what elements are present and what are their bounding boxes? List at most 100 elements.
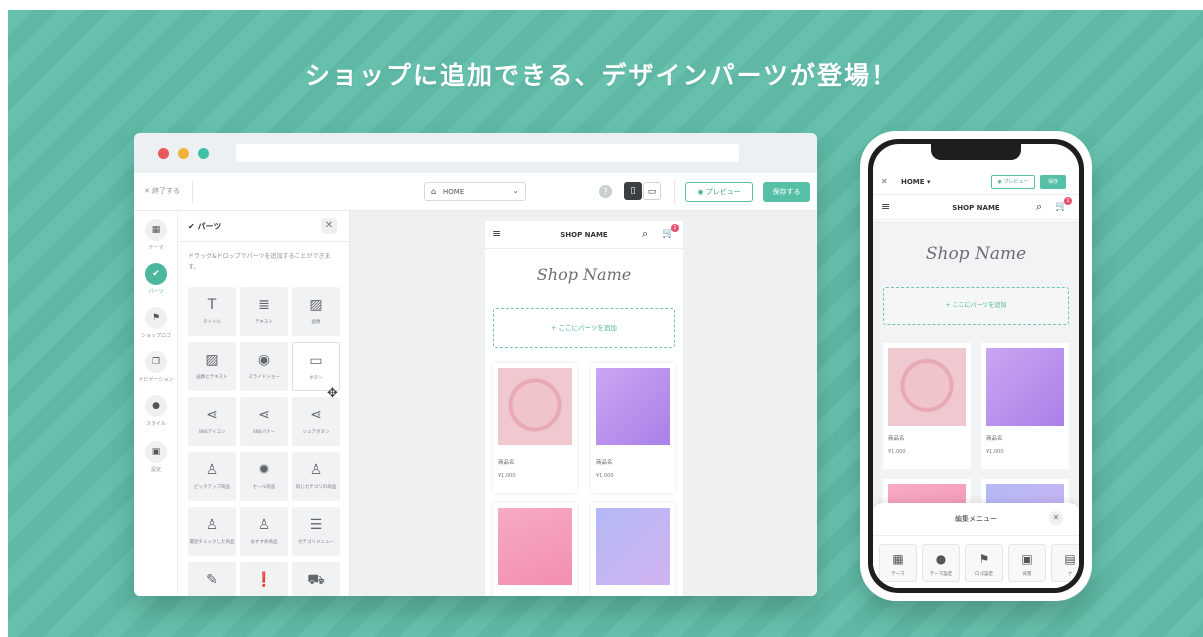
minimize-dot[interactable] (178, 148, 189, 159)
page-select[interactable]: HOME ▾ (901, 178, 931, 186)
part-tile-label: ボタン (309, 376, 323, 381)
close-icon[interactable]: ✕ (321, 218, 337, 234)
part-tile[interactable]: ♙ ピックアップ商品 (188, 452, 236, 501)
nav-item[interactable]: ❐ ナビゲーション (134, 351, 178, 383)
product-price: ¥1,000 (888, 449, 906, 455)
part-tile[interactable]: ▨ 画像とテキスト (188, 342, 236, 391)
page-select[interactable]: ⌂ HOME ⌄ (424, 182, 526, 201)
phone-screen: ✕ HOME ▾ ◉ プレビュー 保存 ≡ SHOP NAME ⌕ 🛒 1 Sh… (873, 144, 1079, 588)
nav-item-label: パーツ (148, 289, 164, 295)
product-image (596, 508, 670, 585)
parts-description: ドラッグ&ドロップでパーツを追加することができます。 (188, 253, 331, 271)
add-parts-dropzone[interactable]: + ここにパーツを追加 (883, 287, 1069, 325)
part-tile-label: タイトル (203, 320, 221, 325)
part-tile[interactable]: ⋖ シェアボタン (292, 397, 340, 446)
edit-menu-item[interactable]: ▣ 背景 (1008, 544, 1046, 582)
theme-icon: ▦ (145, 219, 167, 241)
edit-menu-item[interactable]: ▤ ナ (1051, 544, 1079, 582)
product-card[interactable]: 商品名 ¥1,000 (981, 343, 1069, 469)
part-tile[interactable]: ▨ 画像 (292, 287, 340, 336)
product-name: 商品名 (498, 460, 515, 466)
part-tile[interactable]: T タイトル (188, 287, 236, 336)
close-icon[interactable]: ✕ (881, 177, 888, 186)
slideshow-icon: ◉ (257, 352, 271, 368)
browser-window: ✕ 終了する ⌂ HOME ⌄ ? ▯ ▭ ◉ プレビュー 保存する ▦ テーマ ✔… (134, 133, 817, 596)
flag-icon: ⚑ (978, 552, 990, 566)
phone-bezel: ✕ HOME ▾ ◉ プレビュー 保存 ≡ SHOP NAME ⌕ 🛒 1 Sh… (868, 139, 1084, 593)
product-image (986, 348, 1064, 426)
image-text-icon: ▨ (205, 352, 219, 368)
product-card[interactable]: 商品名 ¥1,000 (493, 363, 577, 493)
part-tile-label: SNSバナー (252, 430, 276, 435)
product-card[interactable] (493, 503, 577, 596)
exit-button[interactable]: ✕ 終了する (144, 186, 180, 196)
part-tile[interactable]: ⋖ SNSバナー (240, 397, 288, 446)
nav-item[interactable]: ⚑ ショップロゴ (134, 307, 178, 339)
address-bar[interactable] (236, 144, 739, 162)
edit-menu-item-label: テーマ設定 (929, 572, 953, 577)
product-card[interactable] (591, 503, 675, 596)
part-tile[interactable]: ⋖ SNSアイコン (188, 397, 236, 446)
list-icon: ☰ (309, 517, 323, 533)
sale-icon: ✹ (258, 462, 270, 478)
product-image (498, 368, 572, 445)
part-tile[interactable]: ▭ ボタン (292, 342, 340, 391)
shop-name: Shop Name (536, 265, 632, 284)
product-card[interactable]: 商品名 ¥1,000 (591, 363, 675, 493)
home-icon: ⌂ (431, 187, 437, 196)
palette-icon: ● (935, 552, 947, 566)
search-icon[interactable]: ⌕ (642, 227, 648, 241)
shop-preview: ≡ SHOP NAME ⌕ 🛒 1 Shop Name + ここにパーツを追加 … (485, 221, 683, 596)
part-tile[interactable]: ☰ カテゴリメニュー (292, 507, 340, 556)
save-button[interactable]: 保存する (763, 182, 810, 202)
parts-panel-title: ✔ パーツ (188, 222, 222, 231)
text-icon: ≣ (258, 297, 270, 313)
desktop-view-button[interactable]: ▭ (643, 182, 661, 200)
help-icon[interactable]: ? (599, 185, 612, 198)
maximize-dot[interactable] (198, 148, 209, 159)
part-tile[interactable]: ◉ スライドショー (240, 342, 288, 391)
nav-item[interactable]: ▣ 設定 (134, 441, 178, 473)
part-tile[interactable]: ✎ (188, 562, 236, 596)
product-name: 商品名 (986, 436, 1003, 442)
nav-item-label: スタイル (145, 421, 166, 427)
part-tile[interactable]: ♙ おすすめ商品 (240, 507, 288, 556)
search-icon[interactable]: ⌕ (1036, 200, 1042, 214)
mobile-view-button[interactable]: ▯ (624, 182, 642, 200)
edit-menu-item[interactable]: ▦ テーマ (879, 544, 917, 582)
divider (192, 181, 193, 203)
add-parts-dropzone[interactable]: + ここにパーツを追加 (493, 308, 675, 348)
product-card[interactable]: 商品名 ¥1,000 (883, 343, 971, 469)
nav-item[interactable]: ✔ パーツ (134, 263, 178, 295)
save-button[interactable]: 保存 (1040, 175, 1066, 189)
flag-icon: ⚑ (145, 307, 167, 329)
divider (873, 535, 1079, 536)
part-tile-label: SNSアイコン (198, 430, 226, 435)
theme-icon: ▦ (892, 552, 904, 566)
shop-header: ≡ SHOP NAME ⌕ 🛒 1 (485, 221, 683, 249)
truck-icon: ⛟ (307, 572, 325, 588)
part-tile[interactable]: ❗ (240, 562, 288, 596)
layers-icon: ❐ (145, 351, 167, 373)
edit-menu-sheet: 編集メニュー ✕ ▦ テーマ ● テーマ設定 ⚑ ロゴ設定 ▣ 背景 ▤ ナ (873, 503, 1079, 588)
close-dot[interactable] (158, 148, 169, 159)
part-tile[interactable]: ≣ テキスト (240, 287, 288, 336)
part-tile-label: スライドショー (248, 375, 280, 380)
edit-menu-item[interactable]: ● テーマ設定 (922, 544, 960, 582)
preview-button[interactable]: ◉ プレビュー (991, 175, 1035, 189)
nav-icon: ▤ (1064, 552, 1076, 566)
preview-button[interactable]: ◉ プレビュー (685, 182, 753, 202)
page-select-value: HOME (443, 188, 465, 196)
phone-notch (931, 144, 1021, 160)
nav-item[interactable]: ● スタイル (134, 395, 178, 427)
part-tile[interactable]: ⛟ (292, 562, 340, 596)
share-icon: ⋖ (310, 407, 322, 423)
part-tile[interactable]: ♙ 同じカテゴリの商品 (292, 452, 340, 501)
nav-item-label: テーマ (148, 245, 164, 251)
nav-item[interactable]: ▦ テーマ (134, 219, 178, 251)
part-tile[interactable]: ✹ セール商品 (240, 452, 288, 501)
part-tile[interactable]: ♙ 最近チェックした商品 (188, 507, 236, 556)
part-tile-label: ピックアップ商品 (194, 485, 230, 490)
close-icon[interactable]: ✕ (1049, 511, 1063, 525)
edit-menu-item[interactable]: ⚑ ロゴ設定 (965, 544, 1003, 582)
